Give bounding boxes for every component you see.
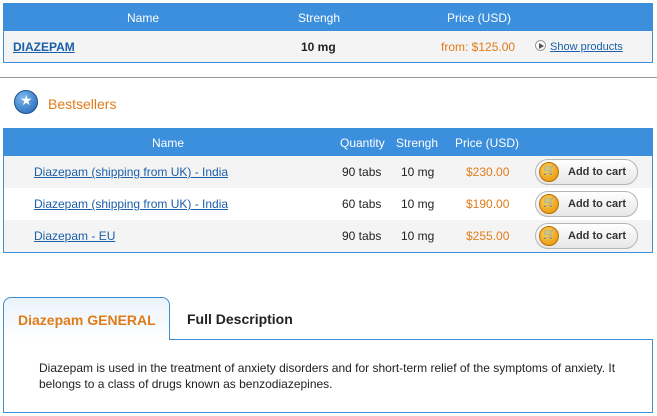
quantity: 60 tabs [342, 197, 382, 211]
cart-icon [539, 226, 559, 246]
price: $190.00 [466, 197, 510, 211]
bestsellers-title: Bestsellers [48, 96, 117, 112]
strength: 10 mg [401, 229, 435, 243]
show-products-link[interactable]: Show products [535, 40, 623, 53]
tab-general-label: Diazepam GENERAL [18, 312, 156, 328]
strength: 10 mg [401, 165, 435, 179]
cart-icon [539, 162, 559, 182]
tab-general[interactable]: Diazepam GENERAL [3, 297, 170, 340]
add-to-cart-label: Add to cart [568, 230, 627, 242]
product-link[interactable]: Diazepam - EU [34, 229, 115, 243]
product-row: DIAZEPAM 10 mg from: $125.00 Show produc… [4, 31, 652, 62]
add-to-cart-label: Add to cart [568, 198, 627, 210]
add-to-cart-button[interactable]: Add to cart [535, 159, 638, 185]
play-icon [535, 40, 546, 51]
header-price: Price (USD) [455, 136, 520, 150]
star-icon [14, 90, 38, 114]
product-link[interactable]: Diazepam (shipping from UK) - India [34, 197, 228, 211]
header-name: Name [152, 136, 185, 150]
description-text: Diazepam is used in the treatment of anx… [39, 361, 616, 391]
tab-joint [4, 338, 169, 341]
divider [0, 77, 657, 78]
strength: 10 mg [401, 197, 435, 211]
table-row: Diazepam (shipping from UK) - India 60 t… [4, 188, 652, 220]
add-to-cart-label: Add to cart [568, 166, 627, 178]
show-products-label: Show products [550, 41, 623, 53]
header-strength: Strengh [396, 136, 439, 150]
header-quantity: Quantity [340, 136, 385, 150]
header-price: Price (USD) [447, 11, 512, 25]
bestsellers-header: Name Quantity Strengh Price (USD) [4, 129, 652, 156]
add-to-cart-button[interactable]: Add to cart [535, 223, 638, 249]
bestsellers-table: Name Quantity Strengh Price (USD) Diazep… [3, 128, 653, 253]
product-price: from: $125.00 [441, 40, 516, 54]
header-name: Name [127, 11, 160, 25]
table-row: Diazepam - EU 90 tabs 10 mg $255.00 Add … [4, 220, 652, 252]
header-strength: Strengh [298, 11, 341, 25]
product-table: Name Strengh Price (USD) DIAZEPAM 10 mg … [3, 3, 653, 63]
product-name-link[interactable]: DIAZEPAM [13, 40, 75, 54]
add-to-cart-button[interactable]: Add to cart [535, 191, 638, 217]
product-strength: 10 mg [301, 40, 336, 54]
quantity: 90 tabs [342, 229, 382, 243]
table-row: Diazepam (shipping from UK) - India 90 t… [4, 156, 652, 188]
product-link[interactable]: Diazepam (shipping from UK) - India [34, 165, 228, 179]
price: $230.00 [466, 165, 510, 179]
tab-full-description[interactable]: Full Description [187, 311, 293, 327]
quantity: 90 tabs [342, 165, 382, 179]
price: $255.00 [466, 229, 510, 243]
tab-panel: Diazepam is used in the treatment of anx… [3, 339, 653, 413]
cart-icon [539, 194, 559, 214]
product-table-header: Name Strengh Price (USD) [4, 4, 652, 31]
